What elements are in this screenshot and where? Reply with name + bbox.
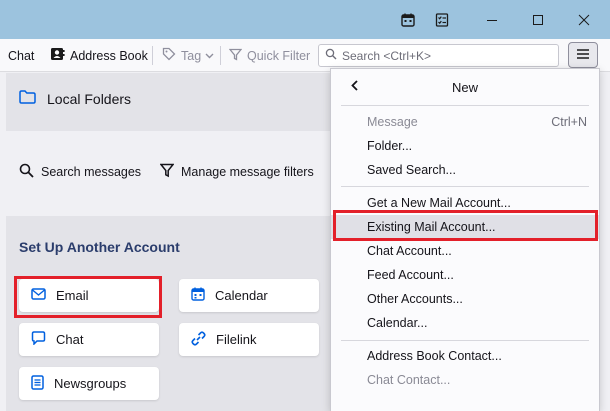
menu-item-label: Get a New Mail Account... [367, 196, 511, 210]
highlight-box [333, 210, 598, 241]
toolbar-separator [152, 46, 153, 65]
menu-item-feed-account[interactable]: Feed Account... [331, 263, 599, 287]
minimize-icon[interactable] [474, 0, 510, 39]
chat-bubble-icon [31, 331, 56, 348]
search-messages-link[interactable]: Search messages [19, 163, 141, 181]
menu-item-chat-contact[interactable]: Chat Contact... [331, 368, 599, 392]
address-book-button[interactable]: Address Book [50, 39, 148, 72]
address-book-label: Address Book [70, 48, 148, 63]
newsgroups-card-button[interactable]: Newsgroups [19, 367, 159, 400]
calendar-card-button[interactable]: Calendar [179, 279, 319, 312]
menu-item-saved-search[interactable]: Saved Search... [331, 158, 599, 182]
quick-filter-button[interactable]: Quick Filter [228, 39, 311, 72]
menu-item-other-accounts[interactable]: Other Accounts... [331, 287, 599, 311]
chat-label: Chat [8, 48, 35, 63]
menu-separator [341, 186, 589, 187]
menu-item-shortcut: Ctrl+N [551, 115, 587, 129]
menu-item-address-book-contact[interactable]: Address Book Contact... [331, 344, 599, 368]
manage-filters-label: Manage message filters [181, 165, 314, 179]
search-messages-label: Search messages [41, 165, 142, 179]
menu-item-label: Chat Account... [367, 244, 452, 258]
chat-button[interactable]: Chat [8, 39, 34, 72]
folder-icon [19, 90, 47, 107]
search-input[interactable]: Search <Ctrl+K> [318, 44, 559, 67]
menu-item-folder[interactable]: Folder... [331, 134, 599, 158]
menu-item-label: Chat Contact... [367, 373, 451, 387]
filelink-icon [191, 330, 216, 349]
hamburger-icon [576, 48, 590, 63]
menu-item-message[interactable]: Message Ctrl+N [331, 110, 599, 134]
manage-filters-link[interactable]: Manage message filters [159, 163, 314, 181]
submenu-title: New [451, 79, 478, 95]
menu-item-label: Other Accounts... [367, 292, 463, 306]
filelink-card-button[interactable]: Filelink [179, 323, 319, 356]
menu-item-label: Address Book Contact... [367, 349, 502, 363]
chevron-down-icon [205, 49, 219, 63]
chat-card-label: Chat [56, 332, 84, 347]
calendar-icon[interactable] [390, 0, 426, 39]
search-icon [325, 48, 342, 63]
menu-separator [341, 340, 589, 341]
menu-item-label: Feed Account... [367, 268, 454, 282]
calendar-icon [191, 287, 215, 304]
setup-heading: Set Up Another Account [19, 239, 180, 255]
quick-filter-label: Quick Filter [247, 48, 311, 63]
title-bar [0, 0, 610, 39]
menu-item-label: Folder... [367, 139, 413, 153]
menu-separator [341, 105, 589, 106]
search-placeholder: Search <Ctrl+K> [342, 48, 432, 63]
calendar-card-label: Calendar [215, 288, 268, 303]
local-folders-title: Local Folders [19, 90, 131, 107]
tag-button[interactable]: Tag [162, 39, 219, 72]
chat-card-button[interactable]: Chat [19, 323, 159, 356]
newsgroups-icon [31, 374, 54, 393]
newsgroups-card-label: Newsgroups [54, 376, 127, 391]
menu-item-label: Calendar... [367, 316, 428, 330]
close-icon[interactable] [566, 0, 602, 39]
menu-item-label: Message [367, 115, 418, 129]
highlight-box [14, 276, 162, 318]
search-icon [19, 163, 41, 181]
maximize-icon[interactable] [520, 0, 556, 39]
filter-icon [228, 48, 247, 64]
address-book-icon [50, 47, 70, 64]
toolbar-separator [220, 46, 221, 65]
app-menu-button[interactable] [568, 42, 598, 68]
local-folders-label: Local Folders [47, 90, 132, 107]
menu-item-chat-account[interactable]: Chat Account... [331, 239, 599, 263]
tag-icon [162, 47, 181, 64]
filter-icon [159, 163, 181, 181]
menu-item-calendar[interactable]: Calendar... [331, 311, 599, 335]
tag-label: Tag [181, 48, 202, 63]
filelink-card-label: Filelink [216, 332, 257, 347]
menu-item-label: Saved Search... [367, 163, 456, 177]
tasks-icon[interactable] [424, 0, 460, 39]
